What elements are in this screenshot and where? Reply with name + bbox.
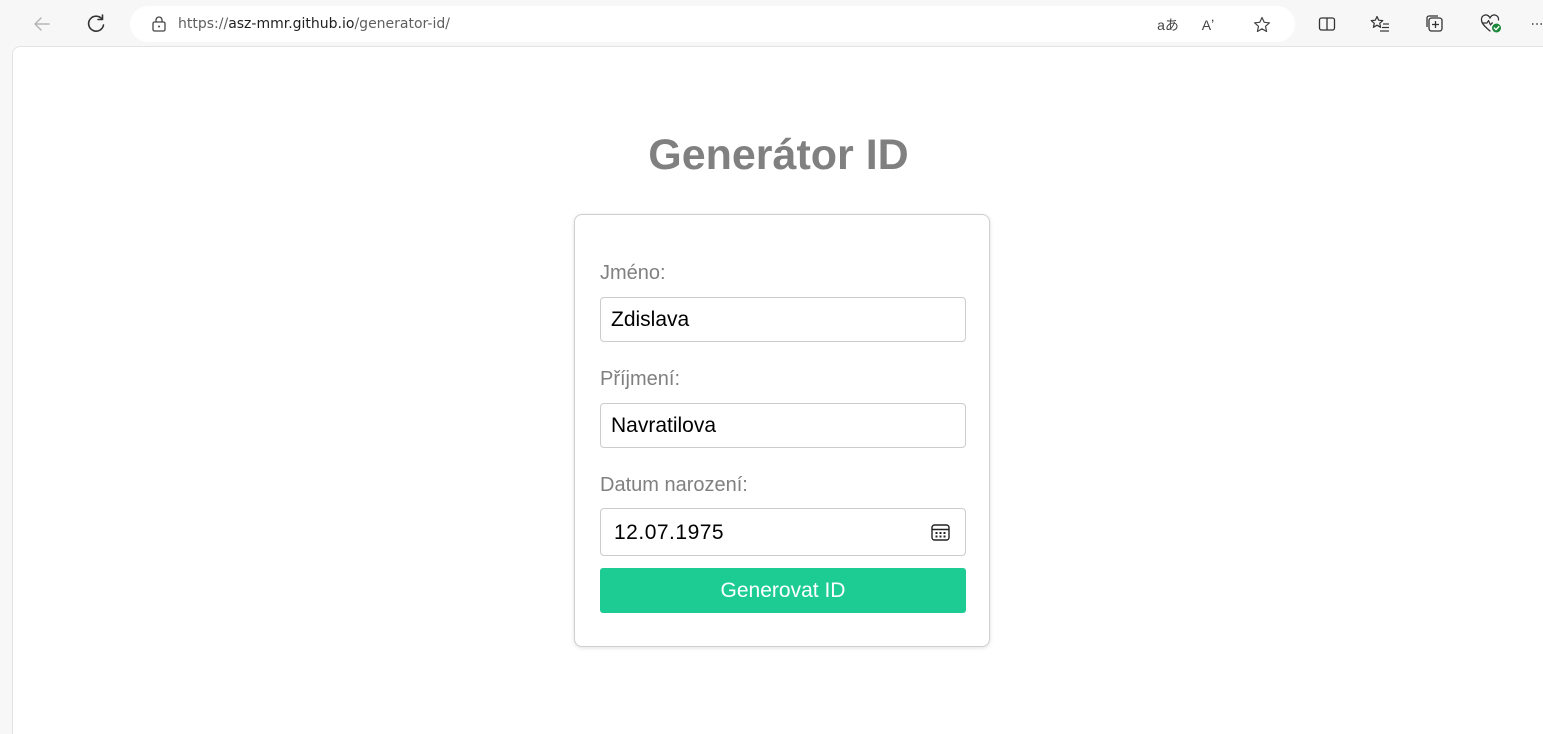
url-text[interactable]: https://asz-mmr.github.io/generator-id/ bbox=[178, 16, 450, 32]
favorite-star-icon[interactable] bbox=[1252, 15, 1272, 35]
calendar-icon[interactable] bbox=[930, 522, 951, 543]
refresh-icon bbox=[87, 14, 105, 32]
url-path: /generator-id/ bbox=[354, 16, 450, 32]
collections-icon[interactable] bbox=[1423, 12, 1447, 36]
page-viewport: Generátor ID Jméno: Příjmení: Datum naro… bbox=[12, 46, 1543, 734]
back-arrow-icon bbox=[34, 17, 50, 31]
page-title: Generátor ID bbox=[648, 131, 909, 179]
split-screen-icon[interactable] bbox=[1315, 12, 1339, 36]
first-name-input[interactable] bbox=[600, 297, 966, 342]
back-button[interactable] bbox=[28, 10, 56, 38]
browser-toolbar: https://asz-mmr.github.io/generator-id/ … bbox=[0, 0, 1543, 46]
read-aloud-icon[interactable]: Aʼ bbox=[1198, 15, 1218, 35]
refresh-button[interactable] bbox=[82, 10, 110, 38]
lock-icon[interactable] bbox=[150, 15, 168, 33]
url-scheme: https:// bbox=[178, 16, 229, 32]
first-name-label: Jméno: bbox=[600, 262, 666, 284]
more-options-icon[interactable] bbox=[1531, 12, 1543, 36]
birthdate-label: Datum narození: bbox=[600, 474, 748, 496]
last-name-label: Příjmení: bbox=[600, 368, 681, 390]
generate-id-button[interactable]: Generovat ID bbox=[600, 568, 966, 613]
birthdate-input[interactable]: 12.07.1975 bbox=[600, 508, 966, 556]
birthdate-value: 12.07.1975 bbox=[614, 521, 725, 544]
last-name-input[interactable] bbox=[600, 403, 966, 448]
favorites-list-icon[interactable] bbox=[1368, 12, 1392, 36]
url-host: asz-mmr.github.io bbox=[228, 16, 355, 32]
address-bar[interactable]: https://asz-mmr.github.io/generator-id/ … bbox=[130, 6, 1295, 42]
id-generator-form: Jméno: Příjmení: Datum narození: 12.07.1… bbox=[574, 214, 990, 647]
translate-icon[interactable]: aあ bbox=[1153, 15, 1183, 35]
browser-essentials-icon[interactable] bbox=[1479, 12, 1503, 36]
